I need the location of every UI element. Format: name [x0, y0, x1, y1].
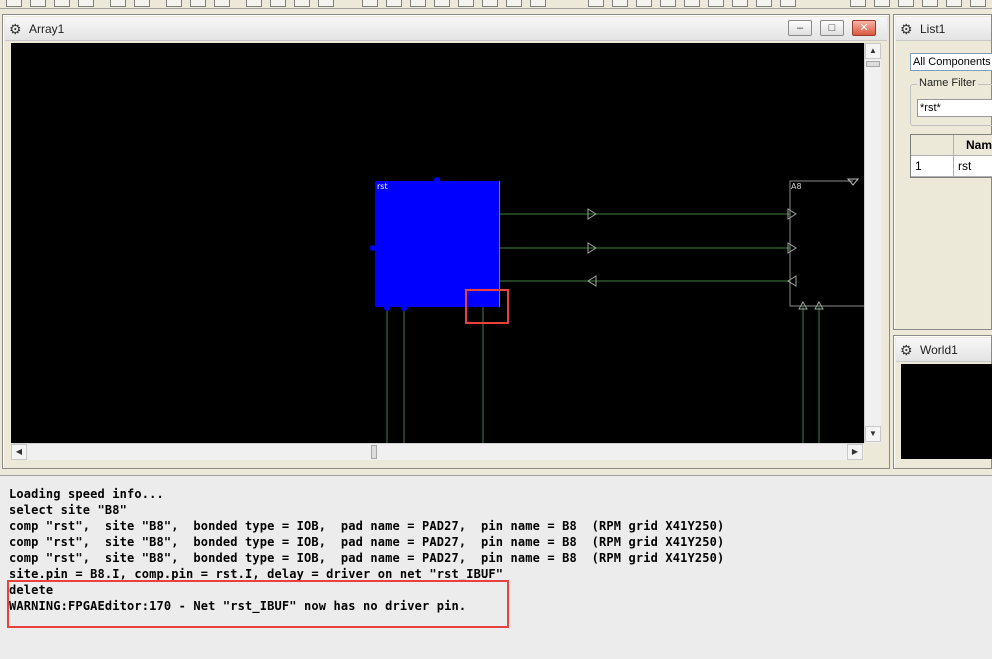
name-filter-input[interactable]: *rst* — [917, 99, 992, 117]
toolbar-button[interactable] — [946, 0, 962, 7]
toolbar-button[interactable] — [684, 0, 700, 7]
scroll-left-arrow[interactable]: ◀ — [11, 444, 27, 460]
toolbar-button[interactable] — [246, 0, 262, 7]
table-header-index[interactable] — [911, 135, 954, 156]
toolbar-button[interactable] — [362, 0, 378, 7]
list-window-titlebar[interactable]: ⚙ List1 — [896, 17, 991, 41]
list-window: ⚙ List1 All Components Name Filter *rst*… — [893, 14, 992, 330]
toolbar-button[interactable] — [190, 0, 206, 7]
name-filter-group: Name Filter *rst* — [910, 77, 992, 126]
array-window-title: Array1 — [29, 22, 65, 36]
toolbar-button[interactable] — [270, 0, 286, 7]
console-line: comp "rst", site "B8", bonded type = IOB… — [9, 535, 725, 549]
highlight-box — [7, 580, 509, 628]
toolbar-button[interactable] — [482, 0, 498, 7]
toolbar-button[interactable] — [612, 0, 628, 7]
world-window: ⚙ World1 — [893, 335, 992, 469]
restore-button[interactable]: □ — [820, 20, 844, 36]
table-row-index[interactable]: 1 — [911, 156, 954, 177]
toolbar-button[interactable] — [30, 0, 46, 7]
list-window-title: List1 — [920, 22, 946, 36]
scroll-right-arrow[interactable]: ▶ — [847, 444, 863, 460]
scroll-down-arrow[interactable]: ▼ — [865, 426, 881, 442]
toolbar-button[interactable] — [410, 0, 426, 7]
array-canvas-drawing: A8 rst — [370, 177, 864, 443]
array-vertical-scrollbar[interactable]: ▲ ▼ — [864, 43, 881, 443]
pin-triangle — [846, 178, 860, 186]
toolbar-button[interactable] — [506, 0, 522, 7]
name-filter-label: Name Filter — [917, 77, 978, 89]
component-pin[interactable] — [370, 245, 376, 251]
toolbar-button[interactable] — [214, 0, 230, 7]
world-window-titlebar[interactable]: ⚙ World1 — [896, 338, 991, 362]
toolbar-button[interactable] — [134, 0, 150, 7]
main-toolbar — [0, 0, 992, 9]
toolbar-button[interactable] — [386, 0, 402, 7]
console-output[interactable]: Loading speed info... select site "B8" c… — [0, 475, 992, 659]
scroll-thumb[interactable] — [866, 61, 880, 67]
toolbar-button[interactable] — [780, 0, 796, 7]
component-filter-combo[interactable]: All Components — [910, 53, 992, 71]
site-label: A8 — [791, 182, 802, 191]
component-rst[interactable] — [375, 181, 500, 307]
world-window-title: World1 — [920, 343, 958, 357]
toolbar-button[interactable] — [458, 0, 474, 7]
array-horizontal-scrollbar[interactable]: ◀ ▶ — [11, 443, 864, 460]
toolbar-button[interactable] — [530, 0, 546, 7]
table-row-name[interactable]: rst — [954, 156, 992, 177]
component-pin[interactable] — [384, 305, 390, 311]
toolbar-button[interactable] — [318, 0, 334, 7]
console-line: select site "B8" — [9, 503, 127, 517]
console-line: Loading speed info... — [9, 487, 164, 501]
toolbar-button[interactable] — [636, 0, 652, 7]
console-line: comp "rst", site "B8", bonded type = IOB… — [9, 551, 725, 565]
scroll-up-arrow[interactable]: ▲ — [865, 43, 881, 59]
toolbar-button[interactable] — [110, 0, 126, 7]
table-header-name[interactable]: Nam — [954, 135, 992, 156]
component-label: rst — [377, 182, 388, 191]
component-pin[interactable] — [434, 177, 440, 183]
toolbar-button[interactable] — [732, 0, 748, 7]
gear-icon: ⚙ — [900, 342, 913, 358]
toolbar-button[interactable] — [294, 0, 310, 7]
gear-icon: ⚙ — [9, 21, 22, 37]
scroll-thumb[interactable] — [371, 445, 377, 459]
close-button[interactable]: ✕ — [852, 20, 876, 36]
array-canvas[interactable]: A8 rst — [11, 43, 864, 443]
toolbar-button[interactable] — [166, 0, 182, 7]
component-pin[interactable] — [401, 305, 407, 311]
toolbar-button[interactable] — [588, 0, 604, 7]
toolbar-button[interactable] — [54, 0, 70, 7]
toolbar-button[interactable] — [970, 0, 986, 7]
site-outline — [789, 180, 864, 307]
toolbar-button[interactable] — [850, 0, 866, 7]
gear-icon: ⚙ — [900, 21, 913, 37]
toolbar-button[interactable] — [922, 0, 938, 7]
toolbar-button[interactable] — [6, 0, 22, 7]
toolbar-button[interactable] — [660, 0, 676, 7]
toolbar-button[interactable] — [874, 0, 890, 7]
component-edge — [499, 181, 500, 307]
minimize-button[interactable]: – — [788, 20, 812, 36]
toolbar-button[interactable] — [898, 0, 914, 7]
world-view-canvas[interactable] — [901, 364, 992, 459]
console-line: comp "rst", site "B8", bonded type = IOB… — [9, 519, 725, 533]
toolbar-button[interactable] — [78, 0, 94, 7]
array-window-titlebar[interactable]: ⚙ Array1 – □ ✕ — [5, 17, 887, 41]
toolbar-button[interactable] — [708, 0, 724, 7]
toolbar-button[interactable] — [756, 0, 772, 7]
component-list-table: Nam 1 rst — [910, 134, 992, 178]
toolbar-button[interactable] — [434, 0, 450, 7]
